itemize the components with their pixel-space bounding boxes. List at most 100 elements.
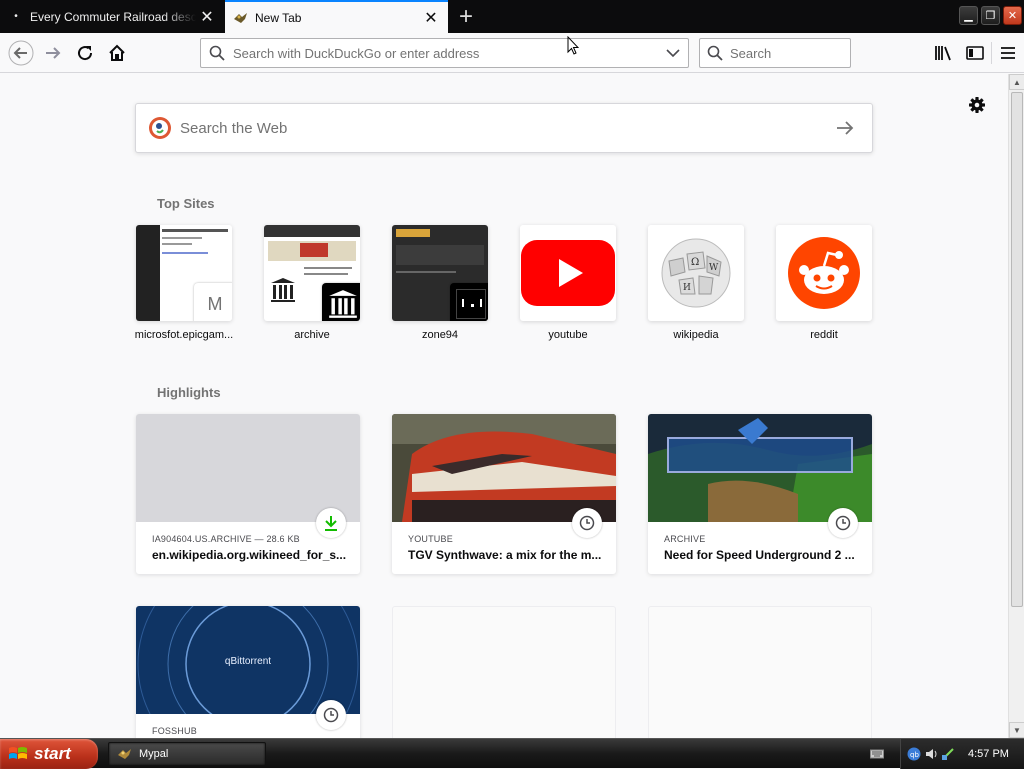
vertical-scrollbar[interactable]: ▲ ▼ <box>1008 74 1024 738</box>
toolbar-right <box>927 38 1024 68</box>
hamburger-menu-icon <box>1001 47 1015 59</box>
new-tab-button[interactable]: + <box>452 3 480 30</box>
top-site-tile[interactable]: M microsfot.epicgam... <box>135 225 233 341</box>
top-site-tile[interactable]: youtube <box>520 225 616 341</box>
svg-text:W: W <box>709 263 719 273</box>
address-bar[interactable] <box>200 38 689 68</box>
top-site-tile[interactable]: archive <box>264 225 360 341</box>
tab-bar: • Every Commuter Railroad describ ✕ New … <box>0 0 1024 33</box>
clock-icon <box>572 508 602 538</box>
highlight-card[interactable]: YOUTUBE TGV Synthwave: a mix for the m..… <box>392 414 616 574</box>
highlight-image <box>648 414 872 522</box>
top-site-label: youtube <box>548 329 588 341</box>
reddit-logo-icon <box>788 237 860 309</box>
download-icon <box>316 508 346 538</box>
zone94-logo-badge <box>450 283 488 321</box>
menu-button[interactable] <box>992 38 1024 68</box>
top-site-label: archive <box>294 329 330 341</box>
tab-title: New Tab <box>255 10 302 25</box>
close-tab-icon[interactable]: ✕ <box>196 6 218 28</box>
tab-title: Every Commuter Railroad describ <box>30 9 196 24</box>
minimize-button[interactable]: ▁ <box>959 6 978 25</box>
qbittorrent-tray-icon[interactable]: qb <box>907 747 921 761</box>
search-icon <box>201 45 233 61</box>
taskbar-clock[interactable]: 4:57 PM <box>968 748 1009 760</box>
address-input[interactable] <box>233 45 658 61</box>
taskbar-item-label: Mypal <box>139 748 169 760</box>
sidebar-button[interactable] <box>959 38 991 68</box>
start-button[interactable]: start <box>0 739 98 769</box>
top-site-tile[interactable]: Ω W И wikipedia <box>648 225 744 341</box>
top-site-thumbnail <box>264 225 360 321</box>
top-site-label: reddit <box>810 329 838 341</box>
close-tab-icon[interactable]: ✕ <box>420 7 442 29</box>
search-input[interactable] <box>730 45 850 61</box>
highlight-card[interactable]: IA904604.US.ARCHIVE — 28.6 KB en.wikiped… <box>136 414 360 574</box>
youtube-logo-icon <box>521 240 615 306</box>
archive-logo-badge <box>322 283 360 321</box>
mouse-cursor-icon <box>567 35 580 56</box>
top-site-label: zone94 <box>421 329 459 341</box>
sidebar-icon <box>966 46 984 60</box>
library-button[interactable] <box>927 38 959 68</box>
search-icon <box>700 45 730 61</box>
svg-text:qb: qb <box>910 751 919 759</box>
scroll-up-arrow-icon[interactable]: ▲ <box>1009 74 1024 90</box>
highlight-title: en.wikipedia.org.wikineed_for_s... <box>152 548 347 562</box>
highlight-card[interactable]: ARCHIVE Need for Speed Underground 2 ... <box>648 414 872 574</box>
start-label: start <box>34 744 71 763</box>
keyboard-icon[interactable] <box>870 747 884 759</box>
svg-text:И: И <box>683 283 691 293</box>
library-icon <box>935 46 951 61</box>
top-site-thumbnail <box>776 225 872 321</box>
close-window-button[interactable]: ✕ <box>1003 6 1022 25</box>
highlight-card[interactable]: qBittorrent FOSSHUB <box>136 606 360 738</box>
network-tray-icon[interactable] <box>941 747 955 761</box>
home-icon <box>109 44 125 61</box>
duckduckgo-logo-icon <box>148 116 172 140</box>
web-search-input[interactable] <box>180 119 830 137</box>
highlight-source: IA904604.US.ARCHIVE — 28.6 KB <box>152 534 300 544</box>
search-submit-arrow-icon[interactable] <box>830 120 860 136</box>
web-search-box[interactable] <box>135 103 873 153</box>
reload-icon <box>78 46 93 61</box>
mypal-favicon-icon <box>233 10 249 26</box>
taskbar-item-mypal[interactable]: Mypal <box>108 742 266 766</box>
windows-flag-icon <box>8 745 28 763</box>
scroll-down-arrow-icon[interactable]: ▼ <box>1009 722 1024 738</box>
empty-highlight-placeholder <box>648 606 872 738</box>
audio-tray-icon[interactable] <box>924 747 938 761</box>
top-site-thumbnail: Ω W И <box>648 225 744 321</box>
windows-taskbar: start Mypal qb 4:57 PM <box>0 738 1024 769</box>
tab-commuter-railroad[interactable]: • Every Commuter Railroad describ ✕ <box>0 0 224 33</box>
back-button[interactable] <box>6 38 36 68</box>
clock-icon <box>828 508 858 538</box>
highlight-source: ARCHIVE <box>664 534 706 544</box>
system-tray: qb 4:57 PM <box>900 739 1024 769</box>
highlights-heading: Highlights <box>157 385 221 400</box>
qbittorrent-image-text: qBittorrent <box>224 656 272 667</box>
tab-new-tab[interactable]: New Tab ✕ <box>225 0 448 33</box>
top-site-thumbnail <box>392 225 488 321</box>
scrollbar-thumb[interactable] <box>1011 92 1023 607</box>
top-site-tile[interactable]: zone94 <box>392 225 488 341</box>
highlight-image <box>392 414 616 522</box>
top-sites-heading: Top Sites <box>157 196 215 211</box>
highlight-image <box>136 414 360 522</box>
window-controls: ▁ ❐ ✕ <box>959 6 1022 25</box>
search-bar[interactable] <box>699 38 851 68</box>
settings-gear-icon[interactable] <box>966 94 988 116</box>
highlight-source: FOSSHUB <box>152 726 197 736</box>
reload-button[interactable] <box>70 38 100 68</box>
chevron-down-icon[interactable] <box>658 48 688 58</box>
top-site-tile[interactable]: reddit <box>776 225 872 341</box>
svg-text:Ω: Ω <box>691 257 699 268</box>
forward-button[interactable] <box>38 38 68 68</box>
highlight-title: Need for Speed Underground 2 ... <box>664 548 855 562</box>
forward-arrow-icon <box>46 47 61 59</box>
wikipedia-globe-icon: Ω W И <box>661 238 731 308</box>
home-button[interactable] <box>102 38 132 68</box>
restore-button[interactable]: ❐ <box>981 6 1000 25</box>
tab-favicon-icon: • <box>14 11 18 22</box>
back-arrow-icon <box>8 40 34 66</box>
